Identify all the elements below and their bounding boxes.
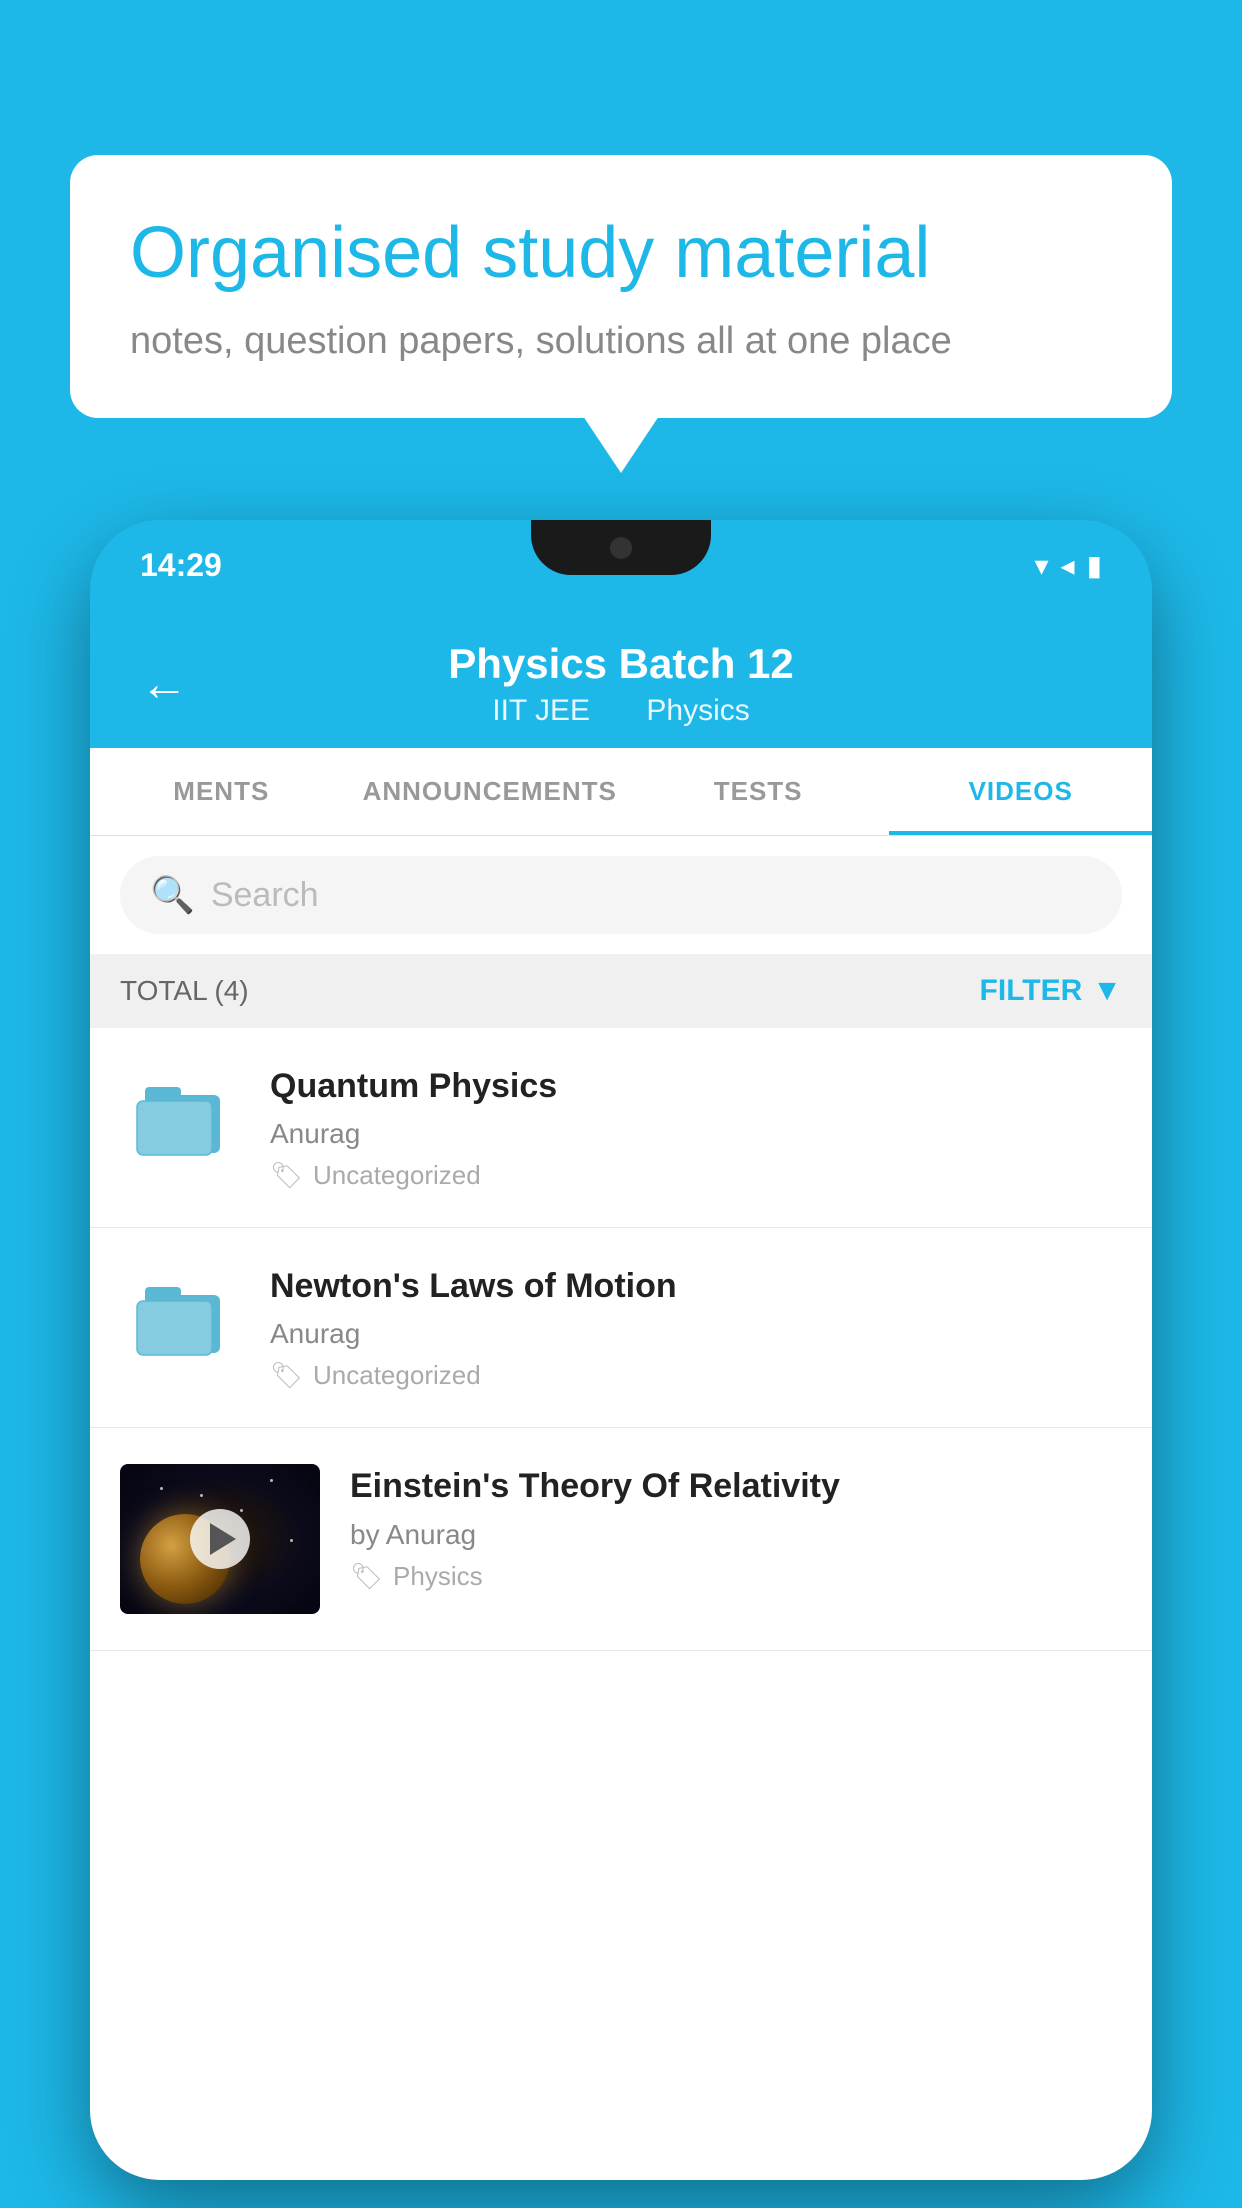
signal-icon: ◂	[1061, 549, 1075, 582]
folder-icon	[135, 1079, 225, 1159]
category-label-quantum: Uncategorized	[313, 1160, 481, 1191]
tabs-container: MENTS ANNOUNCEMENTS TESTS VIDEOS	[90, 748, 1152, 836]
folder-thumbnail-quantum	[120, 1064, 240, 1174]
list-item[interactable]: Quantum Physics Anurag 🏷 Uncategorized	[90, 1028, 1152, 1228]
search-icon: 🔍	[150, 874, 195, 916]
video-title-einstein: Einstein's Theory Of Relativity	[350, 1464, 1122, 1508]
bubble-subtitle: notes, question papers, solutions all at…	[130, 320, 1112, 363]
video-title-newton: Newton's Laws of Motion	[270, 1264, 1122, 1308]
speech-bubble-container: Organised study material notes, question…	[70, 155, 1172, 418]
filter-button[interactable]: FILTER ▼	[980, 974, 1122, 1008]
tab-announcements[interactable]: ANNOUNCEMENTS	[353, 748, 627, 835]
video-info-einstein: Einstein's Theory Of Relativity by Anura…	[350, 1464, 1122, 1591]
search-container: 🔍 Search	[90, 836, 1152, 954]
video-category-quantum: 🏷 Uncategorized	[270, 1160, 1122, 1191]
folder-thumbnail-newton	[120, 1264, 240, 1374]
category-label-einstein: Physics	[393, 1561, 483, 1592]
tab-videos[interactable]: VIDEOS	[889, 748, 1152, 835]
video-author-newton: Anurag	[270, 1318, 1122, 1350]
filter-label: FILTER	[980, 974, 1083, 1008]
header-subtitle-physics: Physics	[646, 694, 749, 727]
speech-bubble: Organised study material notes, question…	[70, 155, 1172, 418]
status-time: 14:29	[140, 547, 222, 584]
phone-container: 14:29 ▾ ◂ ▮ ← Physics Batch 12 IIT JEE	[90, 520, 1152, 2208]
header-center: Physics Batch 12 IIT JEE Physics	[448, 640, 794, 728]
app-header: ← Physics Batch 12 IIT JEE Physics	[90, 610, 1152, 748]
tag-icon: 🏷	[270, 1160, 303, 1191]
tag-icon: 🏷	[270, 1360, 303, 1391]
wifi-icon: ▾	[1034, 549, 1048, 582]
tab-ments[interactable]: MENTS	[90, 748, 353, 835]
header-subtitle: IIT JEE Physics	[448, 694, 794, 728]
list-item[interactable]: Einstein's Theory Of Relativity by Anura…	[90, 1428, 1152, 1651]
video-author-quantum: Anurag	[270, 1118, 1122, 1150]
filter-icon: ▼	[1092, 974, 1122, 1008]
tag-icon: 🏷	[350, 1561, 383, 1592]
search-bar[interactable]: 🔍 Search	[120, 856, 1122, 934]
video-list: Quantum Physics Anurag 🏷 Uncategorized	[90, 1028, 1152, 1651]
search-placeholder: Search	[211, 876, 319, 915]
play-icon	[210, 1523, 236, 1555]
phone-frame: 14:29 ▾ ◂ ▮ ← Physics Batch 12 IIT JEE	[90, 520, 1152, 2180]
video-author-einstein: by Anurag	[350, 1519, 1122, 1551]
category-label-newton: Uncategorized	[313, 1360, 481, 1391]
header-subtitle-iitjee: IIT JEE	[492, 694, 590, 727]
play-button[interactable]	[190, 1509, 250, 1569]
list-item[interactable]: Newton's Laws of Motion Anurag 🏷 Uncateg…	[90, 1228, 1152, 1428]
notch	[531, 520, 711, 575]
video-title-quantum: Quantum Physics	[270, 1064, 1122, 1108]
video-category-newton: 🏷 Uncategorized	[270, 1360, 1122, 1391]
back-button[interactable]: ←	[140, 657, 188, 712]
video-info-quantum: Quantum Physics Anurag 🏷 Uncategorized	[270, 1064, 1122, 1191]
total-count: TOTAL (4)	[120, 975, 249, 1007]
video-thumbnail-einstein	[120, 1464, 320, 1614]
video-info-newton: Newton's Laws of Motion Anurag 🏷 Uncateg…	[270, 1264, 1122, 1391]
filter-bar: TOTAL (4) FILTER ▼	[90, 954, 1152, 1028]
status-bar: 14:29 ▾ ◂ ▮	[90, 520, 1152, 610]
camera-dot	[610, 537, 632, 559]
video-category-einstein: 🏷 Physics	[350, 1561, 1122, 1592]
battery-icon: ▮	[1087, 549, 1102, 582]
tab-tests[interactable]: TESTS	[627, 748, 890, 835]
header-title: Physics Batch 12	[448, 640, 794, 688]
folder-icon	[135, 1279, 225, 1359]
status-icons: ▾ ◂ ▮	[1034, 549, 1102, 582]
phone-content: ← Physics Batch 12 IIT JEE Physics MENTS…	[90, 610, 1152, 2180]
bubble-title: Organised study material	[130, 210, 1112, 296]
